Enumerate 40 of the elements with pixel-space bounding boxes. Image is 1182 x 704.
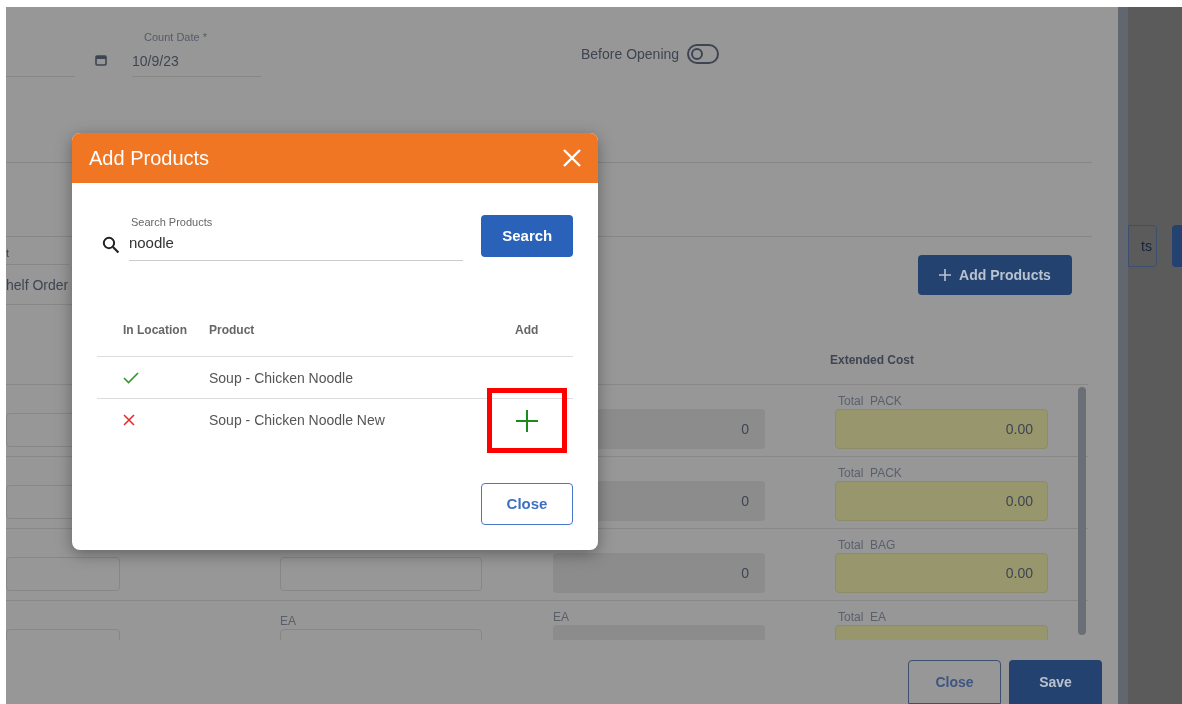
field-label: Count Date *	[143, 30, 208, 44]
product-name: Soup - Chicken Noodle New	[209, 411, 385, 430]
date-field[interactable]: Count Date * 10/9/23	[132, 30, 261, 77]
scrollbar[interactable]	[1118, 7, 1128, 704]
search-field[interactable]: Search Products noodle	[128, 215, 464, 261]
column-header: Product	[209, 322, 256, 338]
total-label: Total BAG	[837, 537, 897, 554]
search-button[interactable]: Search	[481, 215, 573, 257]
input-field[interactable]	[6, 557, 120, 592]
total-label: Total PACK	[837, 393, 903, 410]
column-header: Add	[515, 322, 539, 338]
close-icon[interactable]	[563, 149, 581, 167]
field-label: Search Products	[129, 215, 214, 229]
column-header: In Location	[123, 322, 188, 338]
add-products-button[interactable]: Add Products	[918, 255, 1072, 296]
plus-icon	[939, 269, 952, 282]
field-label: t	[6, 246, 70, 266]
count-field: 0	[553, 553, 765, 594]
total-field: 0.00	[835, 481, 1048, 522]
total-label: Total PACK	[837, 465, 903, 482]
close-button[interactable]: Close	[481, 483, 573, 525]
field-value: noodle	[128, 233, 175, 253]
column-header: Extended Cost	[830, 352, 914, 368]
field-value: 10/9/23	[132, 53, 180, 69]
toggle-switch[interactable]	[687, 44, 720, 64]
total-field: 0.00	[835, 409, 1048, 450]
input-field[interactable]	[280, 557, 482, 592]
search-icon	[102, 236, 120, 254]
total-field: 0.00	[835, 553, 1048, 594]
dialog-title: Add Products	[89, 146, 210, 171]
scrollbar-thumb[interactable]	[1078, 387, 1086, 636]
plus-icon	[516, 409, 538, 432]
total-label: Total EA	[837, 609, 888, 626]
save-button[interactable]: Save	[1009, 660, 1102, 704]
field-label: EA	[280, 613, 297, 630]
field-label: EA	[553, 609, 570, 626]
calendar-icon[interactable]	[95, 54, 107, 66]
product-name: Soup - Chicken Noodle	[209, 368, 353, 388]
close-button[interactable]: Close	[908, 660, 1001, 704]
toggle-label: Before Opening	[581, 45, 680, 64]
